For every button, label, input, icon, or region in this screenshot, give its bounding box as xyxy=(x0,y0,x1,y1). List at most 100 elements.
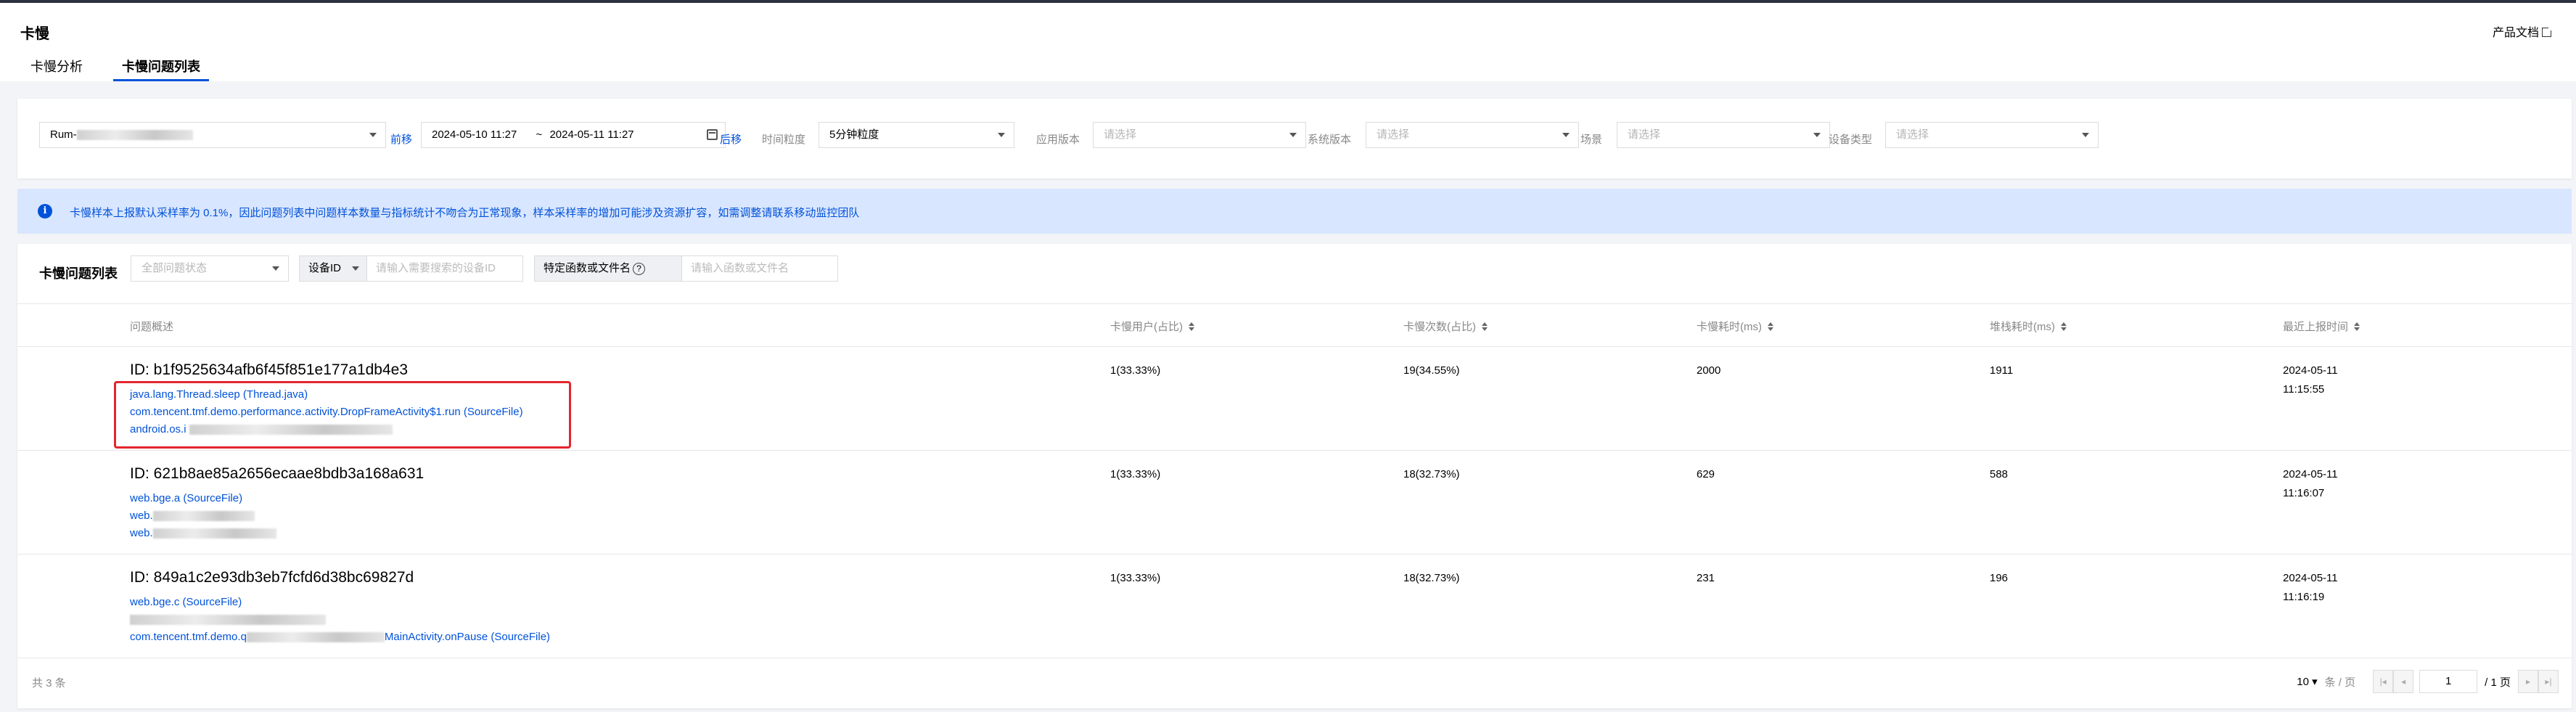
sort-icon[interactable] xyxy=(1768,322,1773,331)
sampling-notice: i 卡慢样本上报默认采样率为 0.1%，因此问题列表中问题样本数量与指标统计不吻… xyxy=(17,189,2572,234)
tab-stutter-issue-list[interactable]: 卡慢问题列表 xyxy=(113,57,209,81)
app-version-select[interactable]: 请选择 xyxy=(1093,122,1306,148)
next-time-link[interactable]: 后移 xyxy=(720,131,742,147)
sort-icon[interactable] xyxy=(2061,322,2067,331)
info-icon: i xyxy=(38,204,52,218)
col-overview: 问题概述 xyxy=(130,321,174,333)
count-cell: 18(32.73%) xyxy=(1403,572,1460,584)
scene-select[interactable]: 请选择 xyxy=(1617,122,1830,148)
count-cell: 18(32.73%) xyxy=(1403,468,1460,480)
granularity-select[interactable]: 5分钟粒度 xyxy=(819,122,1014,148)
stack-frame[interactable]: web.bge.a (SourceFile) xyxy=(130,490,276,507)
external-link-icon xyxy=(2542,26,2553,37)
prev-time-link[interactable]: 前移 xyxy=(390,131,412,147)
pagination: 10 ▾ 条 / 页 |◂ ◂ 1 / 1 页 ▸ ▸| xyxy=(2297,668,2559,695)
col-users[interactable]: 卡慢用户(占比) xyxy=(1110,319,1194,334)
table-row[interactable]: ID: 621b8ae85a2656ecaae8bdb3a168a631 web… xyxy=(17,451,2572,555)
last-report-date: 2024-05-11 xyxy=(2283,364,2338,377)
product-docs-link[interactable]: 产品文档 xyxy=(2492,22,2553,40)
device-type-placeholder: 请选择 xyxy=(1896,128,1929,141)
stack-frame-tail: MainActivity.onPause (SourceFile) xyxy=(384,631,551,643)
last-report-time: 11:15:55 xyxy=(2283,383,2325,396)
redacted-frame xyxy=(246,632,385,643)
function-filter-text: 特定函数或文件名 xyxy=(543,262,631,274)
col-stack-cost[interactable]: 堆栈耗时(ms) xyxy=(1990,319,2067,334)
docs-link-label: 产品文档 xyxy=(2492,27,2539,39)
chevron-down-icon xyxy=(1562,133,1570,137)
device-id-input[interactable]: 请输入需要搜索的设备ID xyxy=(366,255,523,282)
last-report-time: 11:16:19 xyxy=(2283,591,2325,603)
stack-frame[interactable] xyxy=(130,611,550,629)
stack-frame[interactable]: web. xyxy=(130,525,276,542)
prev-page-icon[interactable]: ◂ xyxy=(2393,670,2414,693)
os-version-placeholder: 请选择 xyxy=(1377,128,1410,141)
chevron-down-icon xyxy=(1813,133,1821,137)
issue-list-card: 卡慢问题列表 全部问题状态 设备ID 请输入需要搜索的设备ID 特定函数或文件名… xyxy=(17,244,2572,708)
redacted-frame xyxy=(152,528,276,539)
page-size-unit: 条 / 页 xyxy=(2324,676,2356,689)
notice-text: 卡慢样本上报默认采样率为 0.1%，因此问题列表中问题样本数量与指标统计不吻合为… xyxy=(70,207,860,219)
app-version-label: 应用版本 xyxy=(1036,134,1080,146)
table-header: 问题概述 卡慢用户(占比) 卡慢次数(占比) 卡慢耗时(ms) 堆栈耗时(ms)… xyxy=(17,303,2572,347)
stack-frame[interactable]: web.bge.c (SourceFile) xyxy=(130,594,550,611)
last-report-time: 11:16:07 xyxy=(2283,487,2325,499)
redacted-app-name xyxy=(76,130,193,141)
col-count-label: 卡慢次数(占比) xyxy=(1403,321,1476,333)
chevron-down-icon xyxy=(2082,133,2089,137)
chevron-down-icon xyxy=(272,266,279,271)
col-last-report[interactable]: 最近上报时间 xyxy=(2283,319,2360,334)
scene-label: 场景 xyxy=(1580,134,1603,146)
function-filter-label: 特定函数或文件名? xyxy=(534,255,682,282)
app-select-prefix: Rum- xyxy=(50,128,77,141)
table-row[interactable]: ID: b1f9525634afb6f45f851e177a1db4e3 jav… xyxy=(17,347,2572,451)
last-report-cell: 2024-05-11 11:16:19 xyxy=(2283,569,2338,607)
device-type-label: 设备类型 xyxy=(1829,134,1873,146)
last-report-date: 2024-05-11 xyxy=(2283,572,2338,584)
sort-icon[interactable] xyxy=(1482,322,1488,331)
issue-id[interactable]: ID: 849a1c2e93db3eb7fcfd6d38bc69827d xyxy=(130,569,414,586)
chevron-down-icon xyxy=(369,133,377,137)
stack-cost-cell: 196 xyxy=(1990,572,2009,584)
page-header: 卡慢 产品文档 卡慢分析 卡慢问题列表 xyxy=(0,3,2576,81)
col-count[interactable]: 卡慢次数(占比) xyxy=(1403,319,1488,334)
sort-icon[interactable] xyxy=(1189,322,1194,331)
issue-id[interactable]: ID: b1f9525634afb6f45f851e177a1db4e3 xyxy=(130,361,408,379)
page-number-input[interactable]: 1 xyxy=(2419,670,2478,693)
last-report-date: 2024-05-11 xyxy=(2283,468,2338,480)
os-version-label: 系统版本 xyxy=(1308,134,1352,146)
total-count: 共 3 条 xyxy=(32,677,66,690)
device-id-filter-type[interactable]: 设备ID xyxy=(299,255,367,282)
page-size-value: 10 xyxy=(2297,676,2309,688)
scene-placeholder: 请选择 xyxy=(1628,128,1661,141)
issue-status-select[interactable]: 全部问题状态 xyxy=(131,255,289,282)
users-cell: 1(33.33%) xyxy=(1110,468,1161,480)
first-page-icon[interactable]: |◂ xyxy=(2373,670,2394,693)
stack-frame[interactable]: com.tencent.tmf.demo.q MainActivity.onPau… xyxy=(130,629,550,646)
cost-cell: 231 xyxy=(1697,572,1715,584)
page-size-select[interactable]: 10 ▾ xyxy=(2297,675,2317,688)
function-search-input[interactable]: 请输入函数或文件名 xyxy=(681,255,838,282)
date-end: 2024-05-11 11:27 xyxy=(549,128,634,141)
table-row[interactable]: ID: 849a1c2e93db3eb7fcfd6d38bc69827d web… xyxy=(17,555,2572,658)
tab-stutter-analysis[interactable]: 卡慢分析 xyxy=(29,57,84,81)
app-select[interactable]: Rum- xyxy=(39,122,386,148)
date-range-picker[interactable]: 2024-05-10 11:27 ~ 2024-05-11 11:27 xyxy=(421,122,726,148)
stack-frames: web.bge.c (SourceFile) com.tencent.tmf.d… xyxy=(130,594,550,646)
count-cell: 19(34.55%) xyxy=(1403,364,1460,377)
sort-icon[interactable] xyxy=(2354,322,2360,331)
last-page-icon[interactable]: ▸| xyxy=(2538,670,2559,693)
issue-id[interactable]: ID: 621b8ae85a2656ecaae8bdb3a168a631 xyxy=(130,465,424,483)
list-title: 卡慢问题列表 xyxy=(39,266,118,281)
users-cell: 1(33.33%) xyxy=(1110,364,1161,377)
stack-frame[interactable]: web. xyxy=(130,507,276,525)
highlight-box xyxy=(114,381,571,449)
calendar-icon xyxy=(707,129,718,140)
device-type-select[interactable]: 请选择 xyxy=(1885,122,2099,148)
os-version-select[interactable]: 请选择 xyxy=(1366,122,1579,148)
col-cost-label: 卡慢耗时(ms) xyxy=(1697,321,1762,333)
col-cost[interactable]: 卡慢耗时(ms) xyxy=(1697,319,1773,334)
stack-cost-cell: 1911 xyxy=(1990,364,2014,377)
last-report-cell: 2024-05-11 11:15:55 xyxy=(2283,361,2338,399)
help-icon[interactable]: ? xyxy=(633,263,646,275)
next-page-icon[interactable]: ▸ xyxy=(2518,670,2538,693)
